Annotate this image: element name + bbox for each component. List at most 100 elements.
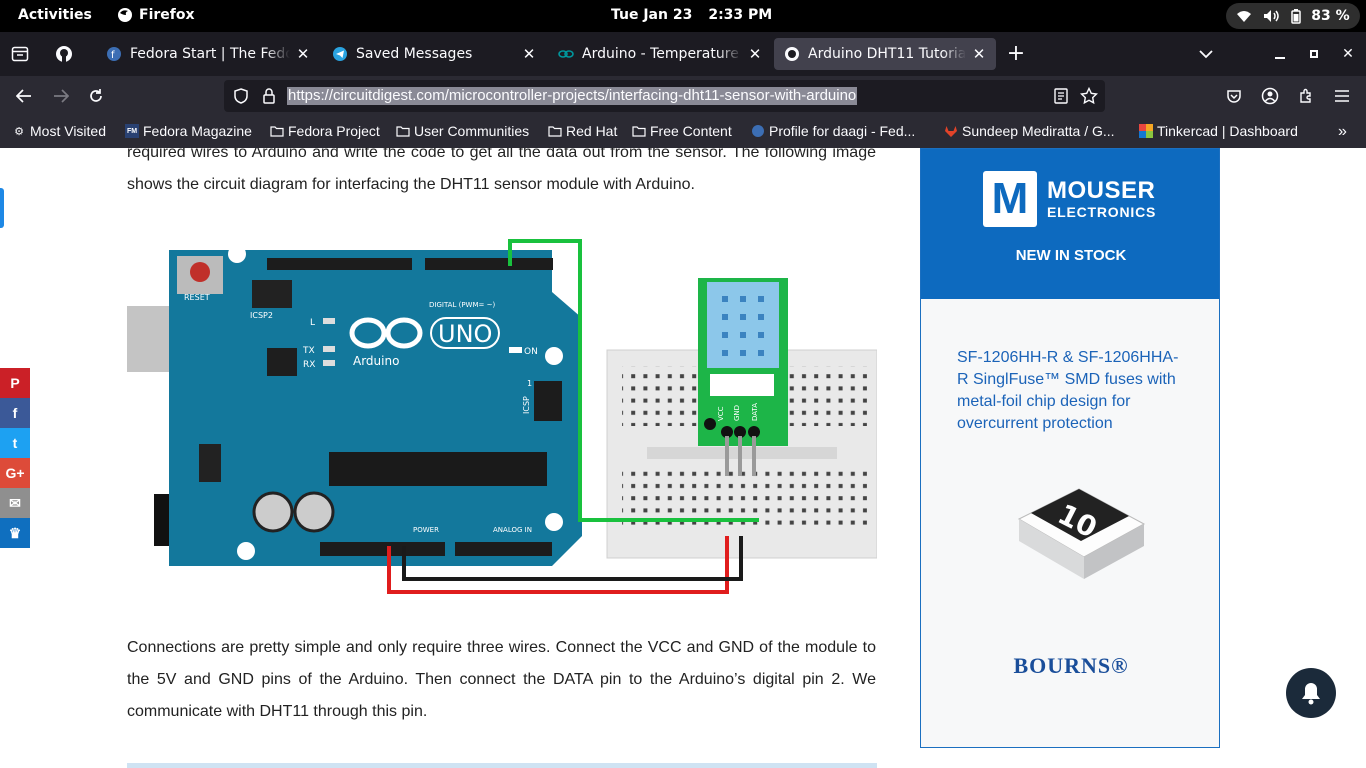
maximize-window-icon[interactable] (1306, 46, 1322, 62)
close-tab-icon[interactable]: ✕ (522, 45, 536, 63)
address-bar[interactable]: https://circuitdigest.com/microcontrolle… (224, 80, 1105, 112)
bookmark-folder-free-content[interactable]: Free Content (632, 123, 732, 139)
gitlab-icon (944, 124, 958, 138)
icsp-label: ICSP (522, 396, 531, 414)
l-led-label: L (310, 318, 315, 328)
tx-label: TX (302, 346, 315, 356)
volume-icon (1263, 10, 1279, 22)
bookmark-label: Red Hat (566, 123, 618, 139)
bookmark-fedora-magazine[interactable]: FM Fedora Magazine (125, 123, 252, 139)
system-status-menu[interactable]: 83 % (1226, 3, 1360, 29)
ad-header (921, 149, 1219, 299)
bookmarks-toolbar: ⚙ Most Visited FM Fedora Magazine Fedora P… (0, 116, 1366, 148)
more-bookmarks-chevron-icon[interactable]: » (1338, 123, 1347, 141)
rx-label: RX (303, 360, 315, 370)
url-text[interactable]: https://circuitdigest.com/microcontrolle… (287, 87, 858, 105)
firefox-icon (118, 8, 132, 22)
date-label: Tue Jan 23 (611, 7, 693, 23)
forward-arrow-icon[interactable] (50, 85, 72, 107)
extensions-puzzle-icon[interactable] (1295, 85, 1317, 107)
firefox-view-icon[interactable] (10, 44, 30, 64)
share-sumo-button[interactable]: ♛ (0, 518, 30, 548)
bookmark-profile-daagi[interactable]: Profile for daagi - Fed... (751, 123, 915, 139)
reset-label: RESET (184, 293, 210, 302)
power-label: POWER (413, 526, 439, 534)
bookmark-sundeep-gitlab[interactable]: Sundeep Mediratta / G... (944, 123, 1115, 139)
bookmark-label: Most Visited (30, 123, 106, 139)
clock[interactable]: Tue Jan 23 2:33 PM (611, 7, 788, 23)
ad-headline: NEW IN STOCK (1015, 247, 1127, 264)
github-pinned-tab-icon[interactable] (54, 44, 74, 64)
bookmark-star-icon[interactable] (1080, 87, 1098, 105)
bookmark-folder-user-communities[interactable]: User Communities (396, 123, 529, 139)
list-all-tabs-chevron-down-icon[interactable] (1196, 44, 1216, 64)
fedora-icon: f (106, 46, 122, 62)
battery-icon (1291, 8, 1301, 24)
gnd-pin-label: GND (733, 405, 741, 421)
wifi-icon (1237, 11, 1252, 22)
web-page: required wires to Arduino and write the … (0, 148, 1366, 768)
account-avatar-icon[interactable] (1259, 85, 1281, 107)
activities-button[interactable]: Activities (18, 7, 92, 23)
tab-arduino-dht11[interactable]: Arduino DHT11 Tutorial - How to interfac… (774, 38, 996, 70)
folder-icon (270, 124, 284, 138)
bookmark-label: Sundeep Mediratta / G... (962, 123, 1115, 139)
ad-body-text: SF-1206HH-R & SF-1206HHA-R SinglFuse™ SM… (957, 349, 1179, 432)
minimize-window-icon[interactable] (1272, 46, 1288, 62)
sumo-crown-icon: ♛ (8, 524, 22, 541)
close-window-icon[interactable]: ✕ (1340, 46, 1356, 62)
tab-fedora-start[interactable]: f Fedora Start | The Fedora Project ✕ (96, 38, 320, 70)
tab-arduino-temperature[interactable]: Arduino - Temperature Sensor ✕ (548, 38, 772, 70)
facebook-icon: f (12, 405, 18, 421)
battery-percent: 83 % (1311, 8, 1350, 24)
share-email-button[interactable]: ✉ (0, 488, 30, 518)
circuitdigest-icon (784, 46, 800, 62)
notification-bell-button[interactable] (1286, 668, 1336, 718)
uno-label: UNO (438, 320, 492, 348)
bookmark-folder-red-hat[interactable]: Red Hat (548, 123, 617, 139)
bookmark-label: Profile for daagi - Fed... (769, 123, 916, 139)
bookmark-most-visited[interactable]: ⚙ Most Visited (12, 123, 106, 139)
lock-icon[interactable] (260, 87, 278, 105)
fedora-icon (751, 124, 765, 138)
new-tab-icon[interactable]: + (1006, 41, 1026, 66)
pocket-icon[interactable] (1223, 85, 1245, 107)
close-tab-icon[interactable]: ✕ (972, 45, 986, 63)
icsp2-label: ICSP2 (250, 311, 273, 320)
icsp-pin-label: 1 (527, 379, 532, 388)
bookmark-folder-fedora-project[interactable]: Fedora Project (270, 123, 380, 139)
close-tab-icon[interactable]: ✕ (748, 45, 762, 63)
tab-bar: f Fedora Start | The Fedora Project ✕ Sa… (0, 32, 1366, 76)
fedora-magazine-icon: FM (125, 124, 139, 138)
tab-saved-messages[interactable]: Saved Messages ✕ (322, 38, 546, 70)
folder-icon (548, 124, 562, 138)
tab-title: Saved Messages (356, 46, 473, 62)
ad-brand-name: MOUSER (1047, 177, 1156, 204)
telegram-icon (332, 46, 348, 62)
close-tab-icon[interactable]: ✕ (296, 45, 310, 63)
app-menu[interactable]: Firefox (117, 7, 195, 23)
reload-icon[interactable] (85, 85, 107, 107)
arduino-icon (558, 46, 574, 62)
data-pin-label: DATA (751, 403, 759, 421)
side-tab-indicator[interactable] (0, 188, 4, 228)
tab-title: Arduino DHT11 Tutorial - How to interfac… (808, 46, 966, 62)
bookmark-label: Fedora Project (288, 123, 380, 139)
hamburger-menu-icon[interactable] (1331, 85, 1353, 107)
share-twitter-button[interactable]: t (0, 428, 30, 458)
share-facebook-button[interactable]: f (0, 398, 30, 428)
tracking-protection-shield-icon[interactable] (232, 87, 250, 105)
reader-view-icon[interactable] (1052, 87, 1070, 105)
google-plus-icon: G+ (5, 465, 25, 481)
analog-in-label: ANALOG IN (493, 526, 532, 534)
share-google-plus-button[interactable]: G+ (0, 458, 30, 488)
share-pinterest-button[interactable]: P (0, 368, 30, 398)
vcc-pin-label: VCC (717, 406, 725, 421)
back-arrow-icon[interactable] (13, 85, 35, 107)
ad-brand-subtitle: ELECTRONICS (1047, 204, 1157, 220)
bookmark-tinkercad[interactable]: Tinkercad | Dashboard (1139, 123, 1298, 139)
app-name: Firefox (139, 7, 195, 23)
mouser-advertisement[interactable]: M MOUSER ELECTRONICS NEW IN STOCK SF-120… (920, 148, 1220, 748)
folder-icon (396, 124, 410, 138)
bookmark-label: User Communities (414, 123, 530, 139)
